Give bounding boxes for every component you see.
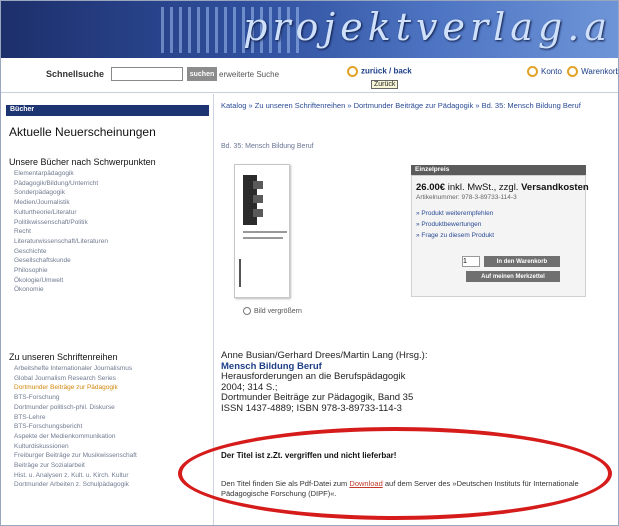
zoom-label: Bild vergrößern [254,307,302,315]
quick-search-label: Schnellsuche [46,69,105,79]
sidebar-series-item[interactable]: Kulturdiskussionen [14,442,137,452]
back-icon [347,66,358,77]
site-logo[interactable]: projektverlag.a [243,5,612,49]
sidebar-series-item[interactable]: Arbeitshefte Internationaler Journalismu… [14,364,137,374]
recommend-link[interactable]: » Produkt weiterempfehlen [416,210,493,217]
sidebar-series-item[interactable]: Hist. u. Analysen z. Kult. u. Kirch. Kul… [14,471,137,481]
price-box-header: Einzelpreis [411,165,586,175]
cart-link[interactable]: Warenkorb [581,67,618,76]
breadcrumb[interactable]: Katalog » Zu unseren Schriftenreihen » D… [221,101,616,111]
sidebar-series-item[interactable]: Beiträge zur Sozialarbeit [14,461,137,471]
zoom-image-link[interactable]: Bild vergrößern [243,307,302,315]
account-icon [527,66,538,77]
reviews-link[interactable]: » Produktbewertungen [416,221,481,228]
cart-icon [567,66,579,77]
cover-graphic [243,175,263,225]
book-subtitle: Herausforderungen an die Berufspädagogik [221,371,406,382]
article-number: Artikelnummer: 978-3-89733-114-3 [416,194,517,201]
highlight-oval [178,427,612,520]
sidebar-series-item[interactable]: Dortmunder Arbeiten z. Schulpädagogik [14,480,137,490]
product-small-title: Bd. 35: Mensch Bildung Beruf [221,143,314,150]
book-isbn: ISSN 1437-4889; ISBN 978-3-89733-114-3 [221,402,402,414]
cover-block [253,209,263,217]
series-heading: Zu unseren Schriftenreihen [9,352,118,362]
sidebar-topic-item[interactable]: Ökonomie [14,285,108,295]
sidebar-series-item[interactable]: BTS-Forschung [14,393,137,403]
sidebar-topic-item[interactable]: Philosophie [14,266,108,276]
sidebar-topic-item[interactable]: Elementarpädagogik [14,169,108,179]
browser-page: projektverlag.a Schnellsuche suchen erwe… [0,0,619,526]
sidebar-series-item[interactable]: Aspekte der Medienkommunikation [14,432,137,442]
topics-heading: Unsere Bücher nach Schwerpunkten [9,157,156,167]
sidebar-topic-item[interactable]: Medien/Journalistik [14,198,108,208]
book-authors: Anne Busian/Gerhard Drees/Martin Lang (H… [221,350,428,361]
sidebar-topic-item[interactable]: Recht [14,227,108,237]
cover-block [253,195,263,203]
advanced-search-link[interactable]: erweiterte Suche [219,70,279,79]
price-box-body: 26.00€ inkl. MwSt., zzgl. Versandkosten … [411,175,589,297]
sidebar-series-item[interactable]: BTS-Lehre [14,413,137,423]
bibliographic-info: Anne Busian/Gerhard Drees/Martin Lang (H… [221,350,428,414]
account-link[interactable]: Konto [541,67,562,76]
account-links: Konto Warenkorb [527,66,618,77]
sidebar-topic-item[interactable]: Gesellschaftskunde [14,256,108,266]
add-to-cart-button[interactable]: In den Warenkorb [484,256,560,267]
sidebar-series-item[interactable]: Global Journalism Research Series [14,374,137,384]
sidebar-topic-item[interactable]: Politikwissenschaft/Politik [14,218,108,228]
topics-list: Elementarpädagogik Pädagogik/Bildung/Unte… [14,169,108,295]
price-suffix: inkl. MwSt., zzgl. [447,182,519,193]
price-value: 26.00€ [416,182,446,193]
sidebar: Bücher Aktuelle Neuerscheinungen Unsere … [1,94,214,525]
sidebar-topic-item[interactable]: Ökologie/Umwelt [14,276,108,286]
quick-search-input[interactable] [111,67,183,81]
book-cover-image[interactable] [234,164,290,298]
magnifier-icon [243,307,251,315]
site-banner: projektverlag.a [1,1,618,58]
cover-logo-mark [239,259,241,287]
quantity-input[interactable] [462,256,480,267]
cover-title-line [243,237,283,239]
cover-block [253,181,263,189]
sidebar-series-item[interactable]: Dortmunder Beiträge zur Pädagogik [14,383,137,393]
sidebar-topic-item[interactable]: Kulturtheorie/Literatur [14,208,108,218]
search-button[interactable]: suchen [187,67,217,81]
shipping-link[interactable]: Versandkosten [521,182,589,193]
sidebar-topic-item[interactable]: Sonderpädagogik [14,188,108,198]
sidebar-topic-item[interactable]: Geschichte [14,247,108,257]
sidebar-series-item[interactable]: BTS-Forschungsbericht [14,422,137,432]
book-series: Dortmunder Beiträge zur Pädagogik, Band … [221,392,414,403]
sidebar-series-item[interactable]: Dortmunder politisch-phil. Diskurse [14,403,137,413]
back-tooltip: Zurück [371,80,399,89]
back-button[interactable]: zurück / back [347,66,412,77]
add-to-wishlist-button[interactable]: Auf meinen Merkzettel [466,271,560,282]
sidebar-topic-item[interactable]: Literaturwissenschaft/Literaturen [14,237,108,247]
sidebar-tab-books[interactable]: Bücher [6,105,209,116]
back-label: zurück / back [361,66,412,76]
sidebar-topic-item[interactable]: Pädagogik/Bildung/Unterricht [14,179,108,189]
question-link[interactable]: » Frage zu diesem Produkt [416,232,494,239]
cover-title-line [243,231,287,233]
new-releases-heading[interactable]: Aktuelle Neuerscheinungen [9,125,156,139]
price-box: Einzelpreis 26.00€ inkl. MwSt., zzgl. Ve… [411,165,589,297]
price-line: 26.00€ inkl. MwSt., zzgl. Versandkosten [416,182,589,193]
series-list: Arbeitshefte Internationaler Journalismu… [14,364,137,490]
toolbar: Schnellsuche suchen erweiterte Suche zur… [1,58,618,93]
sidebar-series-item[interactable]: Freiburger Beiträge zur Musikwissenschaf… [14,451,137,461]
